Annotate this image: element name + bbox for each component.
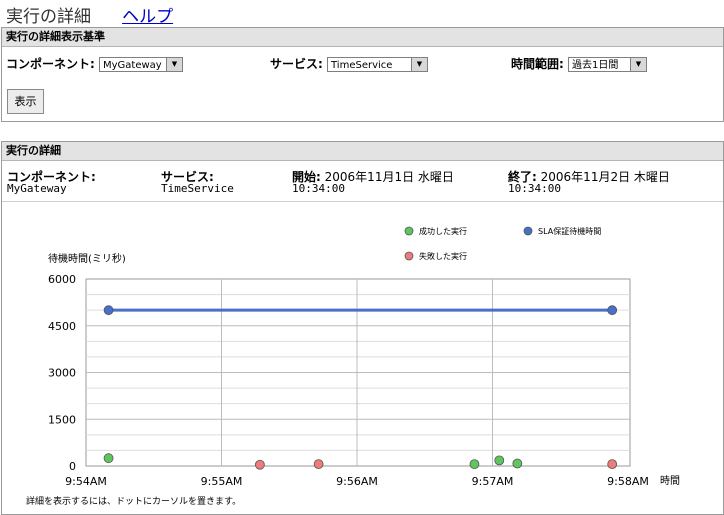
- data-point: [469, 459, 480, 470]
- data-point: [313, 459, 324, 470]
- data-point: [103, 453, 114, 464]
- legend-label: 失敗した実行: [419, 251, 467, 261]
- latency-chart: 0 1500 3000 4500 6000 9:54AM 9:55AM 9:56AM 9:57A…: [48, 226, 680, 488]
- chart-footnote: 詳細を表示するには、ドットにカーソルを置きます。: [26, 497, 242, 507]
- legend-label: 成功した実行: [419, 226, 467, 236]
- legend-marker: [404, 226, 414, 236]
- data-point: [607, 305, 618, 316]
- y-tick-label: 1500: [48, 413, 76, 426]
- x-tick-label: 9:54AM: [65, 475, 107, 488]
- x-tick-label: 9:58AM: [607, 475, 649, 488]
- legend-marker: [404, 251, 414, 261]
- legend-label: SLA保証待機時間: [538, 226, 601, 236]
- legend-marker: [523, 226, 533, 236]
- x-tick-label: 9:56AM: [336, 475, 378, 488]
- y-tick-label: 6000: [48, 273, 76, 286]
- data-point: [494, 455, 505, 466]
- y-tick-label: 3000: [48, 367, 76, 380]
- x-tick-label: 9:57AM: [472, 475, 514, 488]
- y-tick-label: 4500: [48, 320, 76, 333]
- x-axis-label: 時間: [660, 475, 680, 487]
- data-point: [103, 305, 114, 316]
- data-point: [512, 458, 523, 469]
- x-tick-label: 9:55AM: [201, 475, 243, 488]
- data-point: [254, 459, 265, 470]
- y-tick-label: 0: [69, 460, 76, 473]
- data-point: [607, 459, 618, 470]
- y-axis-label: 待機時間(ミリ秒): [48, 252, 126, 265]
